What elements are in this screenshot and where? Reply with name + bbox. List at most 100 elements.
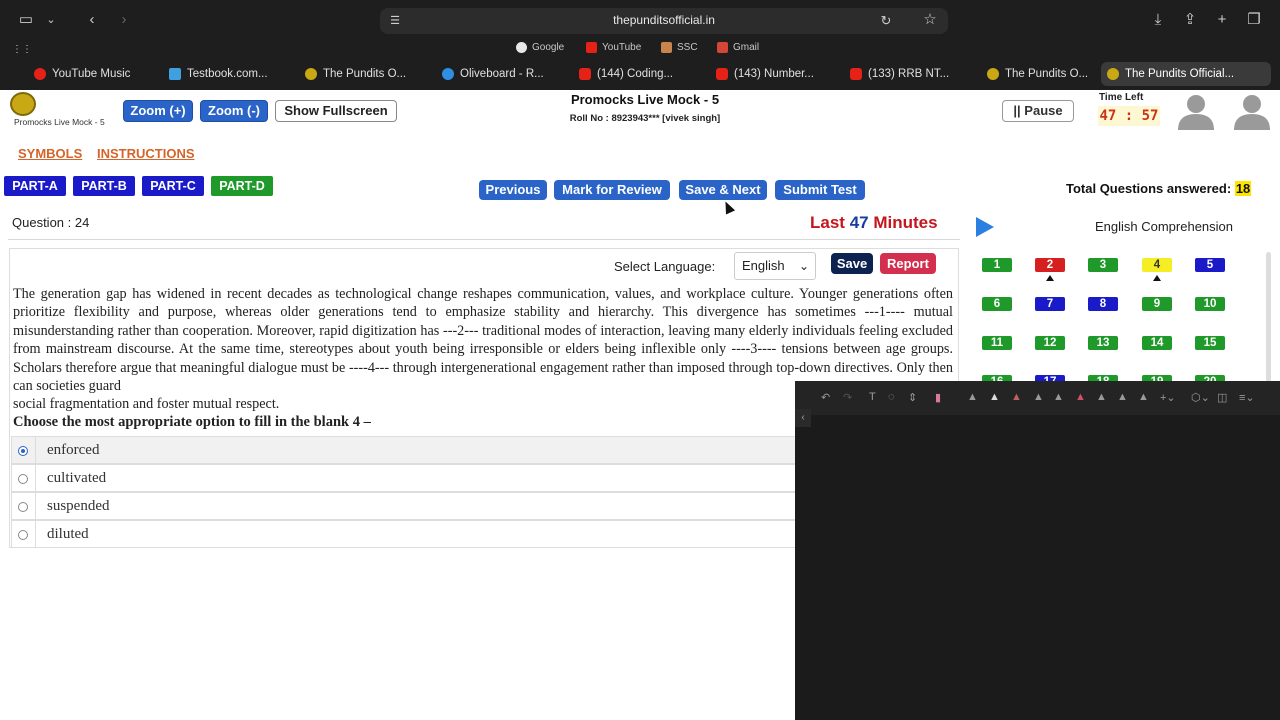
download-icon[interactable]: ⤓ (1148, 10, 1168, 30)
share-icon[interactable]: ⇪ (1180, 10, 1200, 30)
pen-icon[interactable]: ▲ (989, 391, 1000, 403)
language-select[interactable]: English ⌄ (734, 252, 816, 280)
palette-question-4[interactable]: 4 (1142, 258, 1172, 272)
option-diluted[interactable]: diluted (11, 520, 801, 548)
lasso-icon[interactable]: ◌ (888, 391, 895, 403)
tab-pundits-active[interactable]: The Pundits Official... (1101, 62, 1271, 86)
palette-question-8[interactable]: 8 (1088, 297, 1118, 311)
show-fullscreen-button[interactable]: Show Fullscreen (275, 100, 397, 122)
tab-rrb[interactable]: (133) RRB NT... (844, 62, 972, 86)
spacer-icon[interactable]: ⇕ (908, 391, 917, 404)
highlighter-icon[interactable]: ▲ (1075, 391, 1086, 403)
radio-button[interactable] (18, 474, 28, 484)
tab-oliveboard[interactable]: Oliveboard - R... (436, 62, 564, 86)
youtube-icon (716, 68, 728, 80)
palette-question-12[interactable]: 12 (1035, 336, 1065, 350)
tab-strip: YouTube Music Testbook.com... The Pundit… (0, 61, 1280, 87)
pause-icon: || (1013, 103, 1021, 118)
address-url: thepunditsofficial.in (613, 13, 715, 27)
tab-youtube-music[interactable]: YouTube Music (28, 62, 156, 86)
sidebar-icon[interactable]: ▭ (16, 10, 36, 30)
palette-question-9[interactable]: 9 (1142, 297, 1172, 311)
pundits-icon (305, 68, 317, 80)
tab-pundits-2[interactable]: The Pundits O... (981, 62, 1099, 86)
save-next-button[interactable]: Save & Next (679, 180, 767, 200)
marked-review-icon (1046, 275, 1054, 281)
palette-question-6[interactable]: 6 (982, 297, 1012, 311)
symbols-link[interactable]: SYMBOLS (18, 146, 82, 161)
part-c-button[interactable]: PART-C (142, 176, 204, 196)
radio-button[interactable] (18, 502, 28, 512)
play-arrow-icon[interactable] (976, 217, 994, 237)
radio-button[interactable] (18, 446, 28, 456)
part-d-button[interactable]: PART-D (211, 176, 273, 196)
new-tab-icon[interactable]: + (1212, 10, 1232, 30)
palette-question-3[interactable]: 3 (1088, 258, 1118, 272)
pen-icon[interactable]: ▲ (967, 391, 978, 403)
undo-icon[interactable]: ↶ (821, 391, 830, 404)
instructions-link[interactable]: INSTRUCTIONS (97, 146, 195, 161)
palette-question-2[interactable]: 2 (1035, 258, 1065, 272)
pundits-icon (1107, 68, 1119, 80)
pen-icon[interactable]: ▲ (1096, 391, 1107, 403)
pen-icon[interactable]: ▲ (1138, 391, 1149, 403)
pen-icon[interactable]: ▲ (1011, 391, 1022, 403)
time-left-label: Time Left (1099, 92, 1144, 103)
submit-test-button[interactable]: Submit Test (775, 180, 865, 200)
bookmark-youtube[interactable]: YouTube (586, 42, 641, 53)
eraser-icon[interactable]: ▮ (935, 391, 941, 404)
part-a-button[interactable]: PART-A (4, 176, 66, 196)
palette-question-15[interactable]: 15 (1195, 336, 1225, 350)
palette-question-11[interactable]: 11 (982, 336, 1012, 350)
palette-question-10[interactable]: 10 (1195, 297, 1225, 311)
pen-icon[interactable]: ▲ (1033, 391, 1044, 403)
bookmark-google[interactable]: Google (516, 42, 564, 53)
zoom-out-button[interactable]: Zoom (-) (200, 100, 268, 122)
bookmark-star-icon[interactable]: ☆ (920, 10, 940, 30)
bookmark-gmail[interactable]: Gmail (717, 42, 759, 53)
testbook-icon (169, 68, 181, 80)
forward-icon[interactable]: › (114, 10, 134, 30)
sticker-icon[interactable]: ◫ (1217, 391, 1227, 404)
palette-question-14[interactable]: 14 (1142, 336, 1172, 350)
tab-pundits-1[interactable]: The Pundits O... (299, 62, 427, 86)
save-button[interactable]: Save (831, 253, 873, 274)
palette-question-7[interactable]: 7 (1035, 297, 1065, 311)
pause-button[interactable]: || Pause (1002, 100, 1074, 122)
tab-coding[interactable]: (144) Coding... (573, 62, 701, 86)
part-b-button[interactable]: PART-B (73, 176, 135, 196)
option-enforced[interactable]: enforced (11, 436, 801, 464)
redo-icon[interactable]: ↷ (843, 391, 852, 404)
palette-scrollbar[interactable] (1266, 252, 1271, 382)
chevron-down-icon[interactable]: ⌄ (44, 10, 58, 30)
tab-overview-icon[interactable]: ❐ (1244, 10, 1264, 30)
option-cultivated[interactable]: cultivated (11, 464, 801, 492)
report-button[interactable]: Report (880, 253, 936, 274)
radio-button[interactable] (18, 530, 28, 540)
address-bar[interactable]: ☰ thepunditsofficial.in ↻ (380, 8, 948, 34)
add-pen-icon[interactable]: +⌄ (1160, 391, 1176, 404)
zoom-in-button[interactable]: Zoom (+) (123, 100, 193, 122)
apps-grid-icon[interactable]: ⋮⋮ (12, 40, 32, 60)
tab-number[interactable]: (143) Number... (710, 62, 838, 86)
palette-question-1[interactable]: 1 (982, 258, 1012, 272)
text-tool-icon[interactable]: T (869, 391, 876, 403)
bookmark-ssc[interactable]: SSC (661, 42, 698, 53)
option-suspended[interactable]: suspended (11, 492, 801, 520)
reload-icon[interactable]: ↻ (878, 11, 894, 31)
previous-button[interactable]: Previous (479, 180, 547, 200)
mark-for-review-button[interactable]: Mark for Review (554, 180, 670, 200)
pen-icon[interactable]: ▲ (1117, 391, 1128, 403)
browser-chrome: ▭ ⌄ ‹ › ☰ thepunditsofficial.in ↻ ☆ ⤓ ⇪ … (0, 0, 1280, 90)
palette-question-5[interactable]: 5 (1195, 258, 1225, 272)
youtube-icon (579, 68, 591, 80)
shapes-icon[interactable]: ⬡⌄ (1191, 391, 1210, 404)
more-icon[interactable]: ≡⌄ (1239, 391, 1255, 404)
back-icon[interactable]: ‹ (82, 10, 102, 30)
exam-title: Promocks Live Mock - 5 (570, 92, 720, 107)
collapse-sidebar-icon[interactable]: ‹ (795, 409, 811, 427)
tab-testbook[interactable]: Testbook.com... (163, 62, 291, 86)
palette-question-13[interactable]: 13 (1088, 336, 1118, 350)
logo-caption: Promocks Live Mock - 5 (14, 117, 105, 127)
pen-icon[interactable]: ▲ (1053, 391, 1064, 403)
